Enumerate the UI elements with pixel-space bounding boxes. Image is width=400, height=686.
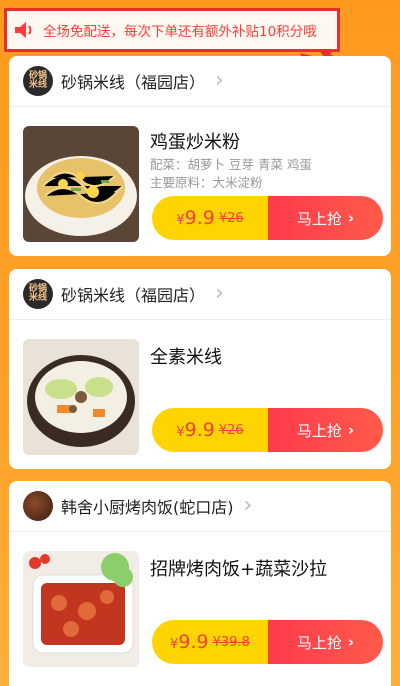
currency: ¥ xyxy=(176,425,185,440)
price-value: 9.9 xyxy=(178,631,209,653)
shop-logo: 砂锅 米线 xyxy=(23,66,53,96)
price-block: ¥9.9 ¥39.8 xyxy=(152,620,268,664)
shop-header[interactable]: 韩舍小厨烤肉饭(蛇口店) › xyxy=(9,481,391,532)
dish-image[interactable] xyxy=(23,126,139,242)
cta-label: 马上抢 xyxy=(296,209,342,228)
shop-header[interactable]: 砂锅 米线 砂锅米线（福园店） › xyxy=(9,56,391,107)
shop-logo-text: 砂锅 米线 xyxy=(28,284,47,303)
shop-name: 砂锅米线（福园店） xyxy=(61,73,206,92)
currency: ¥ xyxy=(176,213,185,228)
buy-bar[interactable]: ¥9.9 ¥26 马上抢 › xyxy=(152,196,383,240)
current-price: ¥9.9 xyxy=(170,631,209,653)
shop-header[interactable]: 砂锅 米线 砂锅米线（福园店） › xyxy=(9,269,391,320)
price-value: 9.9 xyxy=(184,207,215,229)
dish-name: 鸡蛋炒米粉 xyxy=(150,132,240,153)
buy-bar[interactable]: ¥9.9 ¥39.8 马上抢 › xyxy=(152,620,383,664)
grab-now-button[interactable]: 马上抢 › xyxy=(268,408,383,452)
price-value: 9.9 xyxy=(184,419,215,441)
chevron-right-icon: › xyxy=(347,421,355,439)
shop-name: 砂锅米线（福园店） xyxy=(61,286,206,305)
chevron-right-icon: › xyxy=(347,209,355,227)
dish-name: 全素米线 xyxy=(150,347,222,368)
deal-card[interactable]: 砂锅 米线 砂锅米线（福园店） › 全素米线 ¥9.9 ¥26 马上抢 › xyxy=(9,269,391,469)
buy-bar[interactable]: ¥9.9 ¥26 马上抢 › xyxy=(152,408,383,452)
chevron-right-icon: › xyxy=(243,493,253,518)
dish-image[interactable] xyxy=(23,339,139,455)
original-price: ¥26 xyxy=(218,422,244,438)
original-price: ¥26 xyxy=(218,210,244,226)
current-price: ¥9.9 xyxy=(176,207,215,229)
price-block: ¥9.9 ¥26 xyxy=(152,408,268,452)
chevron-right-icon: › xyxy=(215,68,224,93)
current-price: ¥9.9 xyxy=(176,419,215,441)
deal-card[interactable]: 砂锅 米线 砂锅米线（福园店） › 鸡蛋炒米粉 配菜：胡萝卜 豆芽 青菜 鸡蛋 … xyxy=(9,56,391,256)
dish-image[interactable] xyxy=(23,551,139,667)
shop-name: 韩舍小厨烤肉饭(蛇口店) xyxy=(61,498,234,517)
grab-now-button[interactable]: 马上抢 › xyxy=(268,620,383,664)
deal-card[interactable]: 韩舍小厨烤肉饭(蛇口店) › 招牌烤肉饭+蔬菜沙拉 ¥9.9 ¥39.8 马上抢… xyxy=(9,481,391,686)
chevron-right-icon: › xyxy=(347,633,355,651)
dish-main-material: 主要原料：大米淀粉 xyxy=(150,175,263,190)
chevron-right-icon: › xyxy=(215,281,224,306)
price-block: ¥9.9 ¥26 xyxy=(152,196,268,240)
grab-now-button[interactable]: 马上抢 › xyxy=(268,196,383,240)
original-price: ¥39.8 xyxy=(212,634,250,650)
notice-text: 全场免配送，每次下单还有额外补贴10积分哦 xyxy=(43,24,317,40)
speaker-icon xyxy=(15,22,32,38)
dish-ingredients: 配菜：胡萝卜 豆芽 青菜 鸡蛋 xyxy=(150,157,312,172)
cta-label: 马上抢 xyxy=(296,421,342,440)
shop-logo-text: 砂锅 米线 xyxy=(28,71,47,90)
shop-logo: 砂锅 米线 xyxy=(23,279,53,309)
cta-label: 马上抢 xyxy=(296,633,342,652)
dish-name: 招牌烤肉饭+蔬菜沙拉 xyxy=(150,559,328,580)
shop-logo xyxy=(23,491,53,521)
